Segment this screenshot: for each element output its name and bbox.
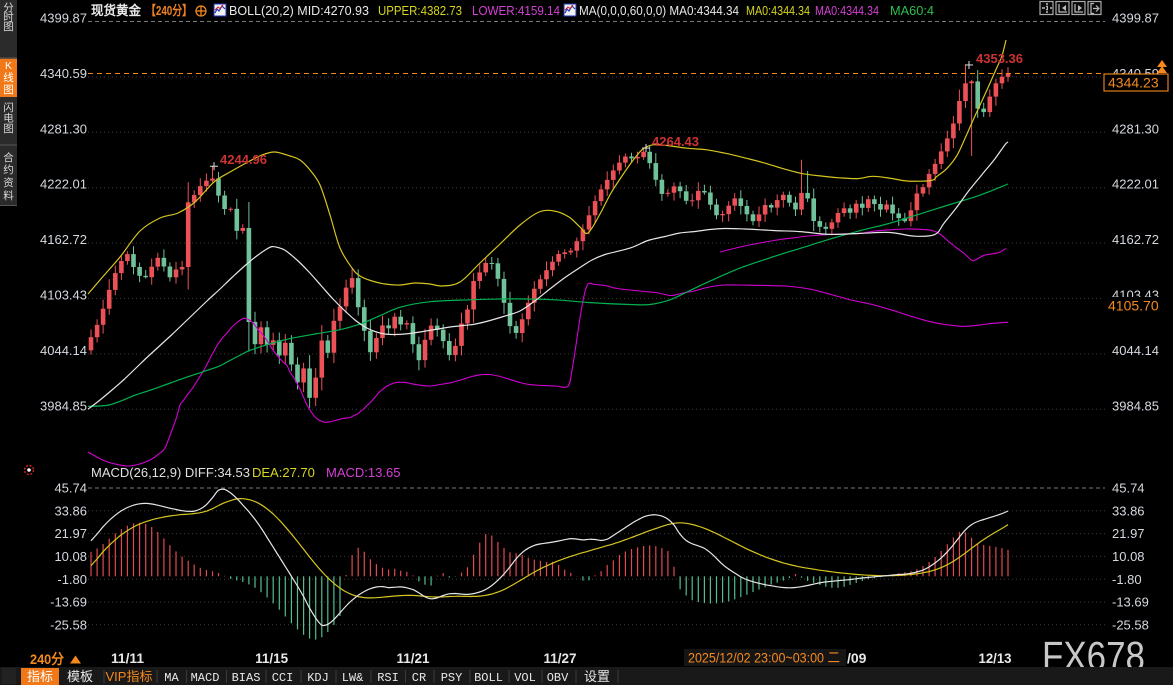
svg-text:4044.14: 4044.14	[1112, 343, 1159, 358]
svg-text:MACD(26,12,9) DIFF:34.53: MACD(26,12,9) DIFF:34.53	[91, 465, 250, 480]
svg-text:LOWER:4159.14: LOWER:4159.14	[472, 3, 560, 18]
svg-text:11/15: 11/15	[255, 651, 288, 666]
svg-text:MACD:13.65: MACD:13.65	[326, 465, 400, 480]
svg-text:4281.30: 4281.30	[1112, 121, 1159, 136]
svg-text:33.86: 33.86	[1112, 503, 1145, 518]
svg-text:4222.01: 4222.01	[40, 177, 87, 192]
svg-text:4340.59: 4340.59	[40, 66, 87, 81]
svg-text:DEA:27.70: DEA:27.70	[252, 465, 315, 480]
svg-text:4281.30: 4281.30	[40, 121, 87, 136]
svg-text:/09: /09	[847, 650, 867, 666]
svg-text:33.86: 33.86	[54, 503, 87, 518]
svg-text:MA60:4: MA60:4	[890, 3, 934, 18]
svg-text:-1.80: -1.80	[1112, 572, 1142, 587]
svg-text:线: 线	[3, 71, 14, 84]
svg-text:4222.01: 4222.01	[1112, 177, 1159, 192]
svg-text:图: 图	[3, 84, 14, 96]
svg-text:4044.14: 4044.14	[40, 343, 87, 358]
svg-text:-25.58: -25.58	[1112, 617, 1149, 632]
svg-text:【240分】: 【240分】	[146, 3, 192, 18]
svg-text:图: 图	[3, 123, 14, 135]
svg-text:BOLL(20,2) MID:4270.93: BOLL(20,2) MID:4270.93	[229, 3, 369, 18]
svg-text:UPPER:4382.73: UPPER:4382.73	[378, 3, 462, 18]
svg-text:4264.43: 4264.43	[652, 134, 699, 149]
svg-text:KDJ: KDJ	[307, 671, 329, 685]
svg-text:11/21: 11/21	[397, 651, 430, 666]
svg-text:约: 约	[3, 163, 14, 176]
svg-text:-13.69: -13.69	[1112, 595, 1149, 610]
svg-text:LW&: LW&	[342, 671, 364, 685]
svg-text:21.97: 21.97	[1112, 526, 1145, 541]
svg-text:4162.72: 4162.72	[1112, 232, 1159, 247]
svg-text:MA0:4344.34: MA0:4344.34	[815, 3, 879, 18]
svg-text:MA0:4344.34: MA0:4344.34	[746, 3, 810, 18]
svg-text:PSY: PSY	[441, 671, 463, 685]
svg-text:-13.69: -13.69	[50, 595, 87, 610]
svg-text:合: 合	[3, 151, 14, 164]
svg-text:4344.23: 4344.23	[1108, 75, 1159, 91]
svg-text:4399.87: 4399.87	[1112, 11, 1159, 26]
svg-text:K: K	[5, 60, 12, 72]
svg-text:3984.85: 3984.85	[40, 398, 87, 413]
svg-text:VOL: VOL	[514, 671, 536, 685]
svg-text:4353.36: 4353.36	[976, 51, 1023, 66]
svg-text:OBV: OBV	[547, 671, 569, 685]
svg-text:MA(0,0,0,60,0,0) MA0:4344.34: MA(0,0,0,60,0,0) MA0:4344.34	[579, 3, 739, 18]
svg-text:3984.85: 3984.85	[1112, 398, 1159, 413]
svg-text:资: 资	[3, 177, 14, 189]
svg-text:10.08: 10.08	[1112, 549, 1145, 564]
svg-text:240分: 240分	[30, 651, 64, 667]
svg-text:4105.70: 4105.70	[1108, 298, 1159, 314]
svg-text:11/27: 11/27	[544, 651, 577, 666]
svg-text:2025/12/02 23:00~03:00 二: 2025/12/02 23:00~03:00 二	[688, 650, 840, 666]
svg-text:45.74: 45.74	[54, 481, 87, 496]
svg-text:10.08: 10.08	[54, 549, 87, 564]
svg-text:CCI: CCI	[272, 671, 294, 685]
svg-text:BOLL: BOLL	[474, 671, 503, 685]
svg-text:MACD: MACD	[191, 671, 220, 685]
svg-text:-25.58: -25.58	[50, 617, 87, 632]
svg-text:RSI: RSI	[377, 671, 399, 685]
svg-text:45.74: 45.74	[1112, 481, 1145, 496]
svg-text:图: 图	[3, 21, 14, 33]
svg-text:指标: 指标	[27, 669, 53, 684]
svg-text:VIP指标: VIP指标	[106, 669, 153, 684]
svg-text:12/13: 12/13	[979, 651, 1012, 666]
svg-text:4399.87: 4399.87	[40, 11, 87, 26]
svg-text:4162.72: 4162.72	[40, 232, 87, 247]
svg-text:模板: 模板	[67, 669, 93, 684]
svg-text:BIAS: BIAS	[232, 671, 261, 685]
svg-text:设置: 设置	[584, 669, 610, 684]
svg-text:4103.43: 4103.43	[40, 288, 87, 303]
svg-text:料: 料	[3, 189, 14, 202]
svg-text:-1.80: -1.80	[57, 572, 87, 587]
svg-text:MA: MA	[164, 671, 179, 685]
svg-text:CR: CR	[412, 671, 426, 685]
svg-text:11/11: 11/11	[111, 651, 144, 666]
svg-text:4244.96: 4244.96	[220, 152, 267, 167]
svg-text:现货黄金: 现货黄金	[91, 3, 142, 18]
svg-text:21.97: 21.97	[54, 526, 87, 541]
